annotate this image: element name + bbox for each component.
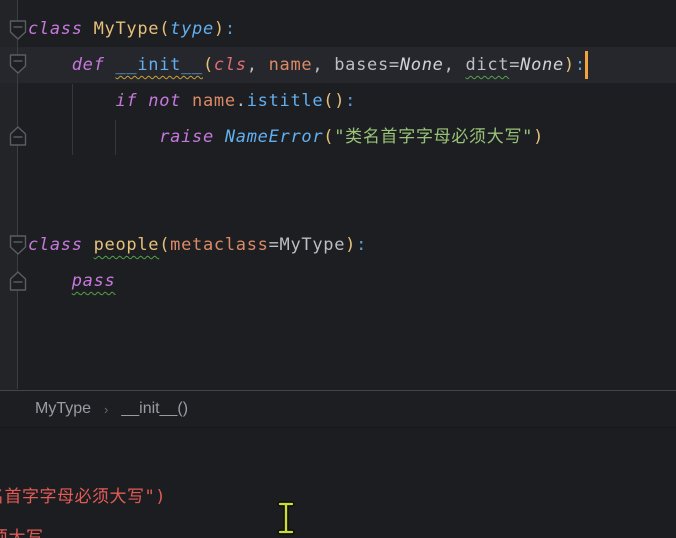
code-line[interactable]: pass	[28, 263, 116, 299]
fold-down-icon[interactable]	[9, 54, 27, 74]
code-token: =	[388, 55, 400, 75]
code-token: metaclass	[170, 235, 269, 255]
code-token: class	[28, 235, 83, 255]
code-token: class	[28, 19, 83, 39]
code-line[interactable]: raise NameError("类名首字字母必须大写")	[28, 119, 544, 155]
code-token: None	[399, 55, 444, 75]
console-output[interactable]: 名首字字母必须大写") 须大写	[0, 428, 676, 538]
code-token: None	[520, 55, 564, 75]
code-token: people	[93, 235, 160, 255]
breadcrumb-item[interactable]: MyType	[35, 400, 91, 418]
fold-up-icon[interactable]	[9, 271, 27, 291]
breadcrumb-bar: MyType › __init__()	[0, 390, 676, 428]
code-token: )	[334, 91, 346, 111]
code-token: raise	[159, 127, 214, 147]
code-token: name	[268, 55, 313, 75]
code-line[interactable]: if not name.istitle():	[28, 83, 356, 119]
code-token: dict	[465, 55, 510, 75]
code-token: )	[533, 127, 545, 147]
code-token: :	[356, 235, 368, 255]
code-token: (	[202, 55, 214, 75]
code-token: (	[159, 19, 171, 39]
code-token: :	[345, 91, 357, 111]
code-token: )	[213, 19, 225, 39]
code-token: (	[323, 127, 335, 147]
code-token: __init__	[115, 55, 203, 75]
code-token: )	[563, 55, 575, 75]
code-token: "类名首字字母必须大写"	[334, 127, 534, 147]
code-token: =	[268, 235, 280, 255]
code-token: cls	[213, 55, 247, 75]
code-token: (	[159, 235, 171, 255]
code-line[interactable]: def __init__(cls, name, bases=None, dict…	[28, 47, 586, 83]
code-editor[interactable]: class MyType(type): def __init__(cls, na…	[0, 0, 676, 390]
console-error-line: 须大写	[0, 528, 44, 538]
code-token: bases	[334, 55, 389, 75]
code-token: def	[71, 55, 105, 75]
text-caret	[585, 51, 588, 79]
code-token: .	[235, 91, 247, 111]
code-token: if	[115, 91, 138, 111]
breadcrumb-item[interactable]: __init__()	[121, 400, 188, 418]
code-token: :	[224, 19, 236, 39]
breadcrumb-separator-icon: ›	[104, 401, 109, 417]
code-token: =	[509, 55, 521, 75]
code-line[interactable]: class MyType(type):	[28, 11, 236, 47]
code-token: )	[345, 235, 357, 255]
code-token: not	[148, 91, 182, 111]
fold-down-icon[interactable]	[9, 20, 27, 40]
code-token: pass	[71, 271, 116, 291]
console-error-line: 名首字字母必须大写")	[0, 487, 166, 507]
code-token: type	[170, 19, 214, 39]
code-token: MyType	[93, 19, 160, 39]
code-token: ,	[312, 55, 335, 75]
code-token: ,	[443, 55, 466, 75]
text-ibeam-cursor	[277, 501, 295, 535]
code-token: istitle	[246, 91, 324, 111]
code-token: name	[192, 91, 236, 111]
ide-window: class MyType(type): def __init__(cls, na…	[0, 0, 676, 538]
code-token: (	[323, 91, 335, 111]
code-token: MyType	[279, 235, 346, 255]
code-token: ,	[246, 55, 269, 75]
code-line[interactable]: class people(metaclass=MyType):	[28, 227, 367, 263]
code-token: NameError	[224, 127, 324, 147]
fold-down-icon[interactable]	[9, 235, 27, 255]
fold-up-icon[interactable]	[9, 126, 27, 146]
